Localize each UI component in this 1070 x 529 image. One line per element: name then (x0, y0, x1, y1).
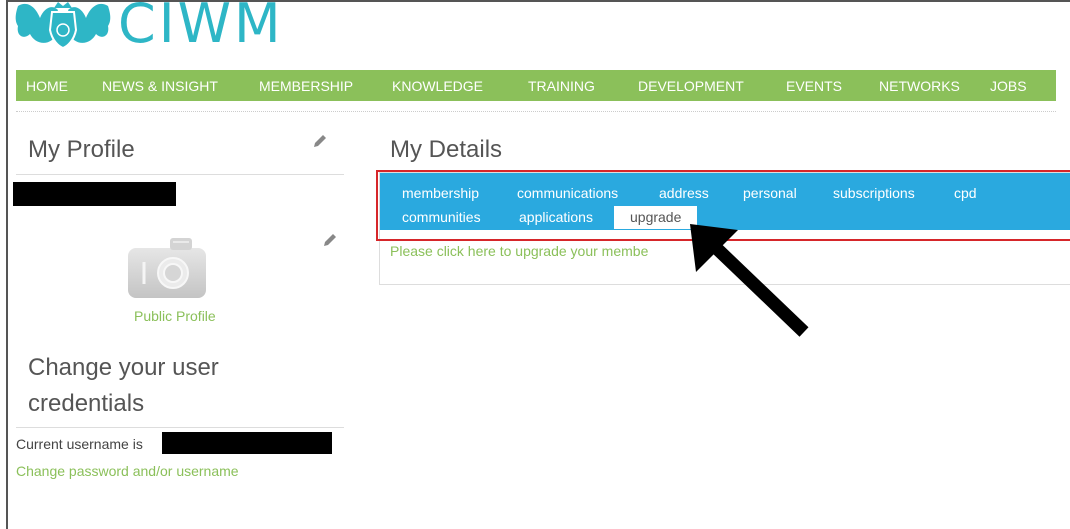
upgrade-membership-link[interactable]: Please click here to upgrade your membe (390, 243, 648, 259)
redacted-username (162, 432, 332, 454)
brand-wordmark: CIWM (118, 0, 284, 55)
public-profile-link[interactable]: Public Profile (134, 308, 216, 324)
current-username-label: Current username is (16, 436, 143, 452)
my-details-heading: My Details (390, 136, 503, 163)
my-profile-heading: My Profile (28, 136, 135, 163)
nav-item-membership[interactable]: MEMBERSHIP (259, 78, 353, 94)
arrow-icon (690, 224, 809, 337)
change-credentials-heading: Change your user credentials (28, 354, 219, 417)
profile-divider (16, 174, 344, 175)
nav-item-events[interactable]: EVENTS (786, 78, 842, 94)
change-password-link[interactable]: Change password and/or username (16, 463, 239, 479)
crest-icon (15, 2, 111, 50)
pencil-icon[interactable] (322, 232, 338, 248)
camera-icon[interactable] (126, 236, 208, 300)
nav-divider (16, 111, 1056, 112)
nav-item-jobs[interactable]: JOBS (990, 78, 1027, 94)
nav-item-home[interactable]: HOME (26, 78, 68, 94)
redacted-name (13, 182, 176, 206)
nav-item-networks[interactable]: NETWORKS (879, 78, 960, 94)
pencil-icon[interactable] (312, 133, 328, 149)
nav-item-knowledge[interactable]: KNOWLEDGE (392, 78, 483, 94)
credentials-divider (16, 427, 344, 428)
nav-item-development[interactable]: DEVELOPMENT (638, 78, 744, 94)
nav-item-training[interactable]: TRAINING (528, 78, 595, 94)
nav-item-news-insight[interactable]: NEWS & INSIGHT (102, 78, 218, 94)
main-nav: HOME NEWS & INSIGHT MEMBERSHIP KNOWLEDGE… (16, 70, 1056, 101)
site-logo[interactable]: CIWM (14, 0, 284, 60)
